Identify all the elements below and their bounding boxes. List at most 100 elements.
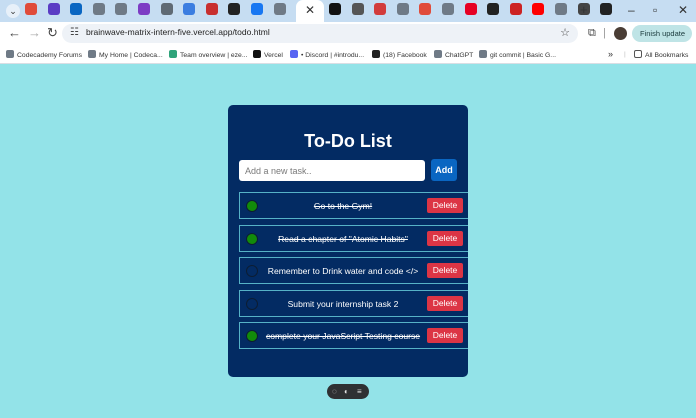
tab-favicon-icon[interactable] (396, 3, 409, 15)
tab-active[interactable]: ✕ (296, 0, 324, 22)
add-task-button[interactable]: Add (431, 159, 457, 181)
comment-icon[interactable]: ◌ (332, 385, 337, 398)
bookmark-label: Codecademy Forums (17, 52, 82, 59)
bookmark-favicon-icon (290, 50, 298, 58)
menu-icon[interactable]: ≡ (357, 385, 362, 398)
tab-favicon-icon[interactable] (138, 3, 150, 15)
folder-icon (634, 50, 642, 58)
bookmark-favicon-icon (372, 50, 380, 58)
finish-update-button[interactable]: Finish update ⋮ (632, 25, 692, 55)
tab-favicon-icon[interactable] (25, 3, 37, 15)
tab-favicon-icon[interactable] (251, 3, 263, 15)
tab-favicon-icon[interactable] (115, 3, 128, 15)
task-text[interactable]: Submit your internship task 2 (262, 298, 424, 310)
delete-task-button[interactable]: Delete (427, 198, 463, 213)
bookmark-item[interactable]: git commit | Basic G... (479, 50, 556, 61)
task-text[interactable]: Remember to Drink water and code </> (262, 265, 424, 277)
tab-favicon-icon[interactable] (509, 3, 522, 15)
tab-favicon-icon[interactable] (600, 3, 613, 15)
bookmark-favicon-icon (253, 50, 261, 58)
tab-search-chevron-icon[interactable]: ⌄ (6, 4, 20, 18)
new-task-input[interactable] (239, 160, 425, 181)
task-complete-toggle[interactable] (246, 232, 258, 245)
bookmark-item[interactable]: (18) Facebook (372, 50, 427, 61)
bookmark-label: • Discord | #introdu... (301, 52, 365, 59)
bookmark-label: (18) Facebook (383, 52, 427, 59)
tab-favicon-icon[interactable] (183, 3, 196, 15)
minimize-icon[interactable]: – (628, 3, 635, 17)
tab-favicon-icon[interactable] (70, 3, 83, 15)
page-title: To-Do List (304, 131, 392, 151)
tab-favicon-icon[interactable] (464, 3, 477, 15)
bookmark-item[interactable]: ChatGPT (434, 50, 473, 61)
bookmark-label: My Home | Codeca... (99, 52, 163, 59)
tab-favicon-icon[interactable] (351, 3, 364, 15)
tab-favicon-icon[interactable] (374, 3, 387, 15)
task-complete-toggle[interactable] (246, 265, 258, 277)
bookmark-favicon-icon (434, 50, 442, 58)
tab-favicon-icon[interactable] (555, 3, 567, 15)
bookmark-item[interactable]: • Discord | #introdu... (290, 50, 364, 61)
bookmark-label: git commit | Basic G... (490, 52, 556, 59)
close-tab-icon[interactable]: ✕ (305, 4, 315, 16)
task-text[interactable]: complete your JavaScript Testing course (262, 330, 424, 342)
bookmark-item[interactable]: Codecademy Forums (6, 50, 82, 61)
bookmark-favicon-icon (169, 50, 177, 58)
bookmark-label: Team overview | eze... (180, 52, 248, 59)
tab-favicon-icon[interactable] (487, 3, 500, 15)
new-tab-plus-icon[interactable]: + (580, 3, 588, 17)
extensions-icon[interactable]: ⧉ (588, 26, 596, 40)
bookmark-label: Vercel (264, 52, 283, 59)
bookmark-favicon-icon (6, 50, 14, 58)
delete-task-button[interactable]: Delete (427, 328, 463, 343)
todo-card: To-Do List Add Go to the Gym!DeleteRead … (228, 105, 468, 377)
eye-icon[interactable]: ◐ (344, 385, 349, 398)
restore-icon[interactable]: ▫ (653, 3, 657, 17)
address-url[interactable]: brainwave-matrix-intern-five.vercel.app/… (86, 27, 270, 37)
task-item: Go to the Gym! Delete (239, 192, 468, 219)
task-complete-toggle[interactable] (246, 297, 258, 310)
forward-arrow-icon[interactable]: → (28, 26, 41, 40)
tab-favicon-icon[interactable] (329, 3, 341, 15)
tab-favicon-icon[interactable] (160, 3, 173, 15)
tab-favicon-icon[interactable] (532, 3, 545, 15)
address-bar[interactable]: ☷ brainwave-matrix-intern-five.vercel.ap… (62, 24, 578, 43)
bookmark-label: ChatGPT (445, 52, 474, 59)
delete-task-button[interactable]: Delete (427, 263, 463, 278)
tab-favicon-icon[interactable] (442, 3, 454, 15)
task-complete-toggle[interactable] (246, 330, 258, 342)
bookmark-favicon-icon (88, 50, 96, 58)
tab-favicon-icon[interactable] (47, 3, 60, 15)
browser-toolbar: ← → ↻ ☷ brainwave-matrix-intern-five.ver… (0, 22, 696, 55)
delete-task-button[interactable]: Delete (427, 295, 463, 311)
bookmark-item[interactable]: Team overview | eze... (169, 50, 248, 61)
toolbar-divider: | (603, 27, 606, 39)
task-item: complete your JavaScript Testing course D… (239, 322, 468, 349)
tab-favicon-icon[interactable] (205, 3, 218, 15)
finish-update-label: Finish update (640, 29, 686, 38)
tab-favicon-icon[interactable] (419, 3, 432, 15)
bookmark-item[interactable]: Vercel (253, 50, 283, 61)
tab-favicon-icon[interactable] (273, 3, 286, 15)
bookmark-star-icon[interactable]: ☆ (560, 26, 570, 39)
all-bookmarks[interactable]: All Bookmarks (634, 50, 688, 61)
task-item: Submit your internship task 2 Delete (239, 289, 468, 317)
task-text[interactable]: Read a chapter of "Atomic Habits" (262, 233, 424, 245)
profile-avatar[interactable] (614, 27, 627, 40)
site-info-icon[interactable]: ☷ (70, 27, 79, 38)
bookmark-item[interactable]: My Home | Codeca... (88, 50, 163, 61)
back-arrow-icon[interactable]: ← (8, 26, 21, 40)
tab-strip: ⌄ ✕ + – ▫ ✕ (0, 0, 696, 22)
window-close-icon[interactable]: ✕ (678, 3, 688, 17)
tab-favicon-icon[interactable] (92, 3, 105, 15)
task-item: Remember to Drink water and code </> Dele… (239, 257, 468, 284)
tab-favicon-icon[interactable] (228, 3, 241, 15)
task-item: Read a chapter of "Atomic Habits" Delete (239, 224, 468, 252)
reload-icon[interactable]: ↻ (47, 26, 58, 40)
delete-task-button[interactable]: Delete (427, 230, 463, 246)
more-bookmarks-icon[interactable]: » (608, 49, 613, 59)
task-complete-toggle[interactable] (246, 200, 258, 212)
bookmarks-bar: Codecademy Forums My Home | Codeca... Team… (0, 46, 696, 64)
task-text[interactable]: Go to the Gym! (262, 200, 424, 212)
floating-toolbar: ◌ ◐ ≡ (327, 384, 369, 399)
